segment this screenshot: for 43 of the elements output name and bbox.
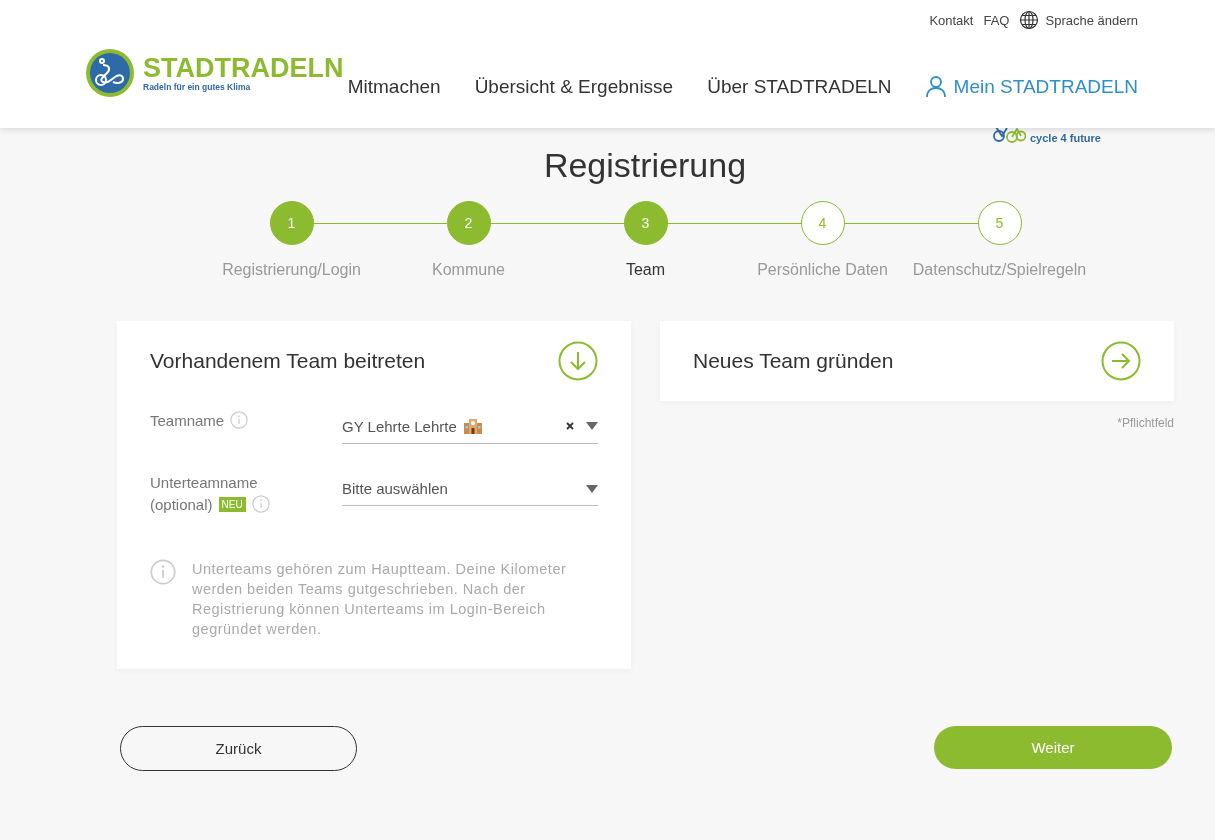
nav-link[interactable]: Übersicht & Ergebnisse: [474, 76, 674, 98]
nav-link[interactable]: Mitmachen: [347, 76, 441, 98]
step-number: 2: [446, 201, 491, 245]
top-link[interactable]: FAQ: [983, 12, 1010, 28]
dropdown-caret-icon: [586, 422, 598, 430]
clear-icon[interactable]: [566, 422, 574, 430]
info-note: Unterteams gehören zum Hauptteam. Deine Kilometer werden beiden Teams gutgeschrieben. Nach der Registrierung können Unterteams im Login-Bereich gegründet werden.: [192, 560, 568, 639]
user-icon: [925, 76, 946, 98]
required-note: *Pflichtfeld: [1117, 416, 1174, 430]
cyclist-logo-icon: [85, 48, 135, 98]
info-icon: [251, 495, 270, 513]
account-link[interactable]: Mein STADTRADELN: [925, 76, 1138, 98]
step-label: Kommune: [432, 261, 505, 279]
step-label: Datenschutz/Spielregeln: [912, 261, 1087, 279]
field-label: Teamname: [150, 411, 225, 429]
logo-tagline: Radeln für ein gutes Klima: [143, 82, 252, 92]
nav-link[interactable]: Über STADTRADELN: [707, 76, 892, 98]
team-select[interactable]: GY Lehrte Lehrte: [342, 411, 598, 444]
logo-name: STADTRADELN: [143, 54, 344, 82]
step-number: 3: [623, 201, 668, 245]
step-number: 5: [977, 201, 1022, 245]
language-link[interactable]: Sprache ändern: [1019, 10, 1138, 30]
step-label: Team: [625, 261, 666, 279]
page-title: Registrierung: [542, 146, 748, 185]
step-number: 4: [800, 201, 845, 245]
card-title: Neues Team gründen: [693, 349, 894, 373]
new-badge: NEU: [218, 496, 246, 512]
info-icon: [150, 559, 176, 585]
new-team-card[interactable]: Neues Team gründen: [660, 321, 1174, 401]
dropdown-caret-icon: [586, 484, 598, 493]
field-sublabel: (optional): [150, 495, 213, 513]
card-title: Vorhandenem Team beitreten: [150, 349, 426, 373]
globe-icon: [1019, 10, 1040, 30]
top-link[interactable]: Kontakt: [929, 12, 974, 28]
field-label: Unterteamname: [150, 474, 259, 491]
arrow-right-circle-icon[interactable]: [1101, 341, 1141, 381]
step-label: Registrierung/Login: [222, 261, 361, 279]
arrow-down-circle-icon[interactable]: [558, 341, 598, 381]
info-icon: [230, 411, 249, 429]
partner-tagline: cycle 4 future: [1030, 132, 1101, 144]
team-select[interactable]: Bitte auswählen: [342, 474, 598, 506]
step-number: 1: [269, 201, 314, 245]
step-label: Persönliche Daten: [757, 261, 888, 279]
